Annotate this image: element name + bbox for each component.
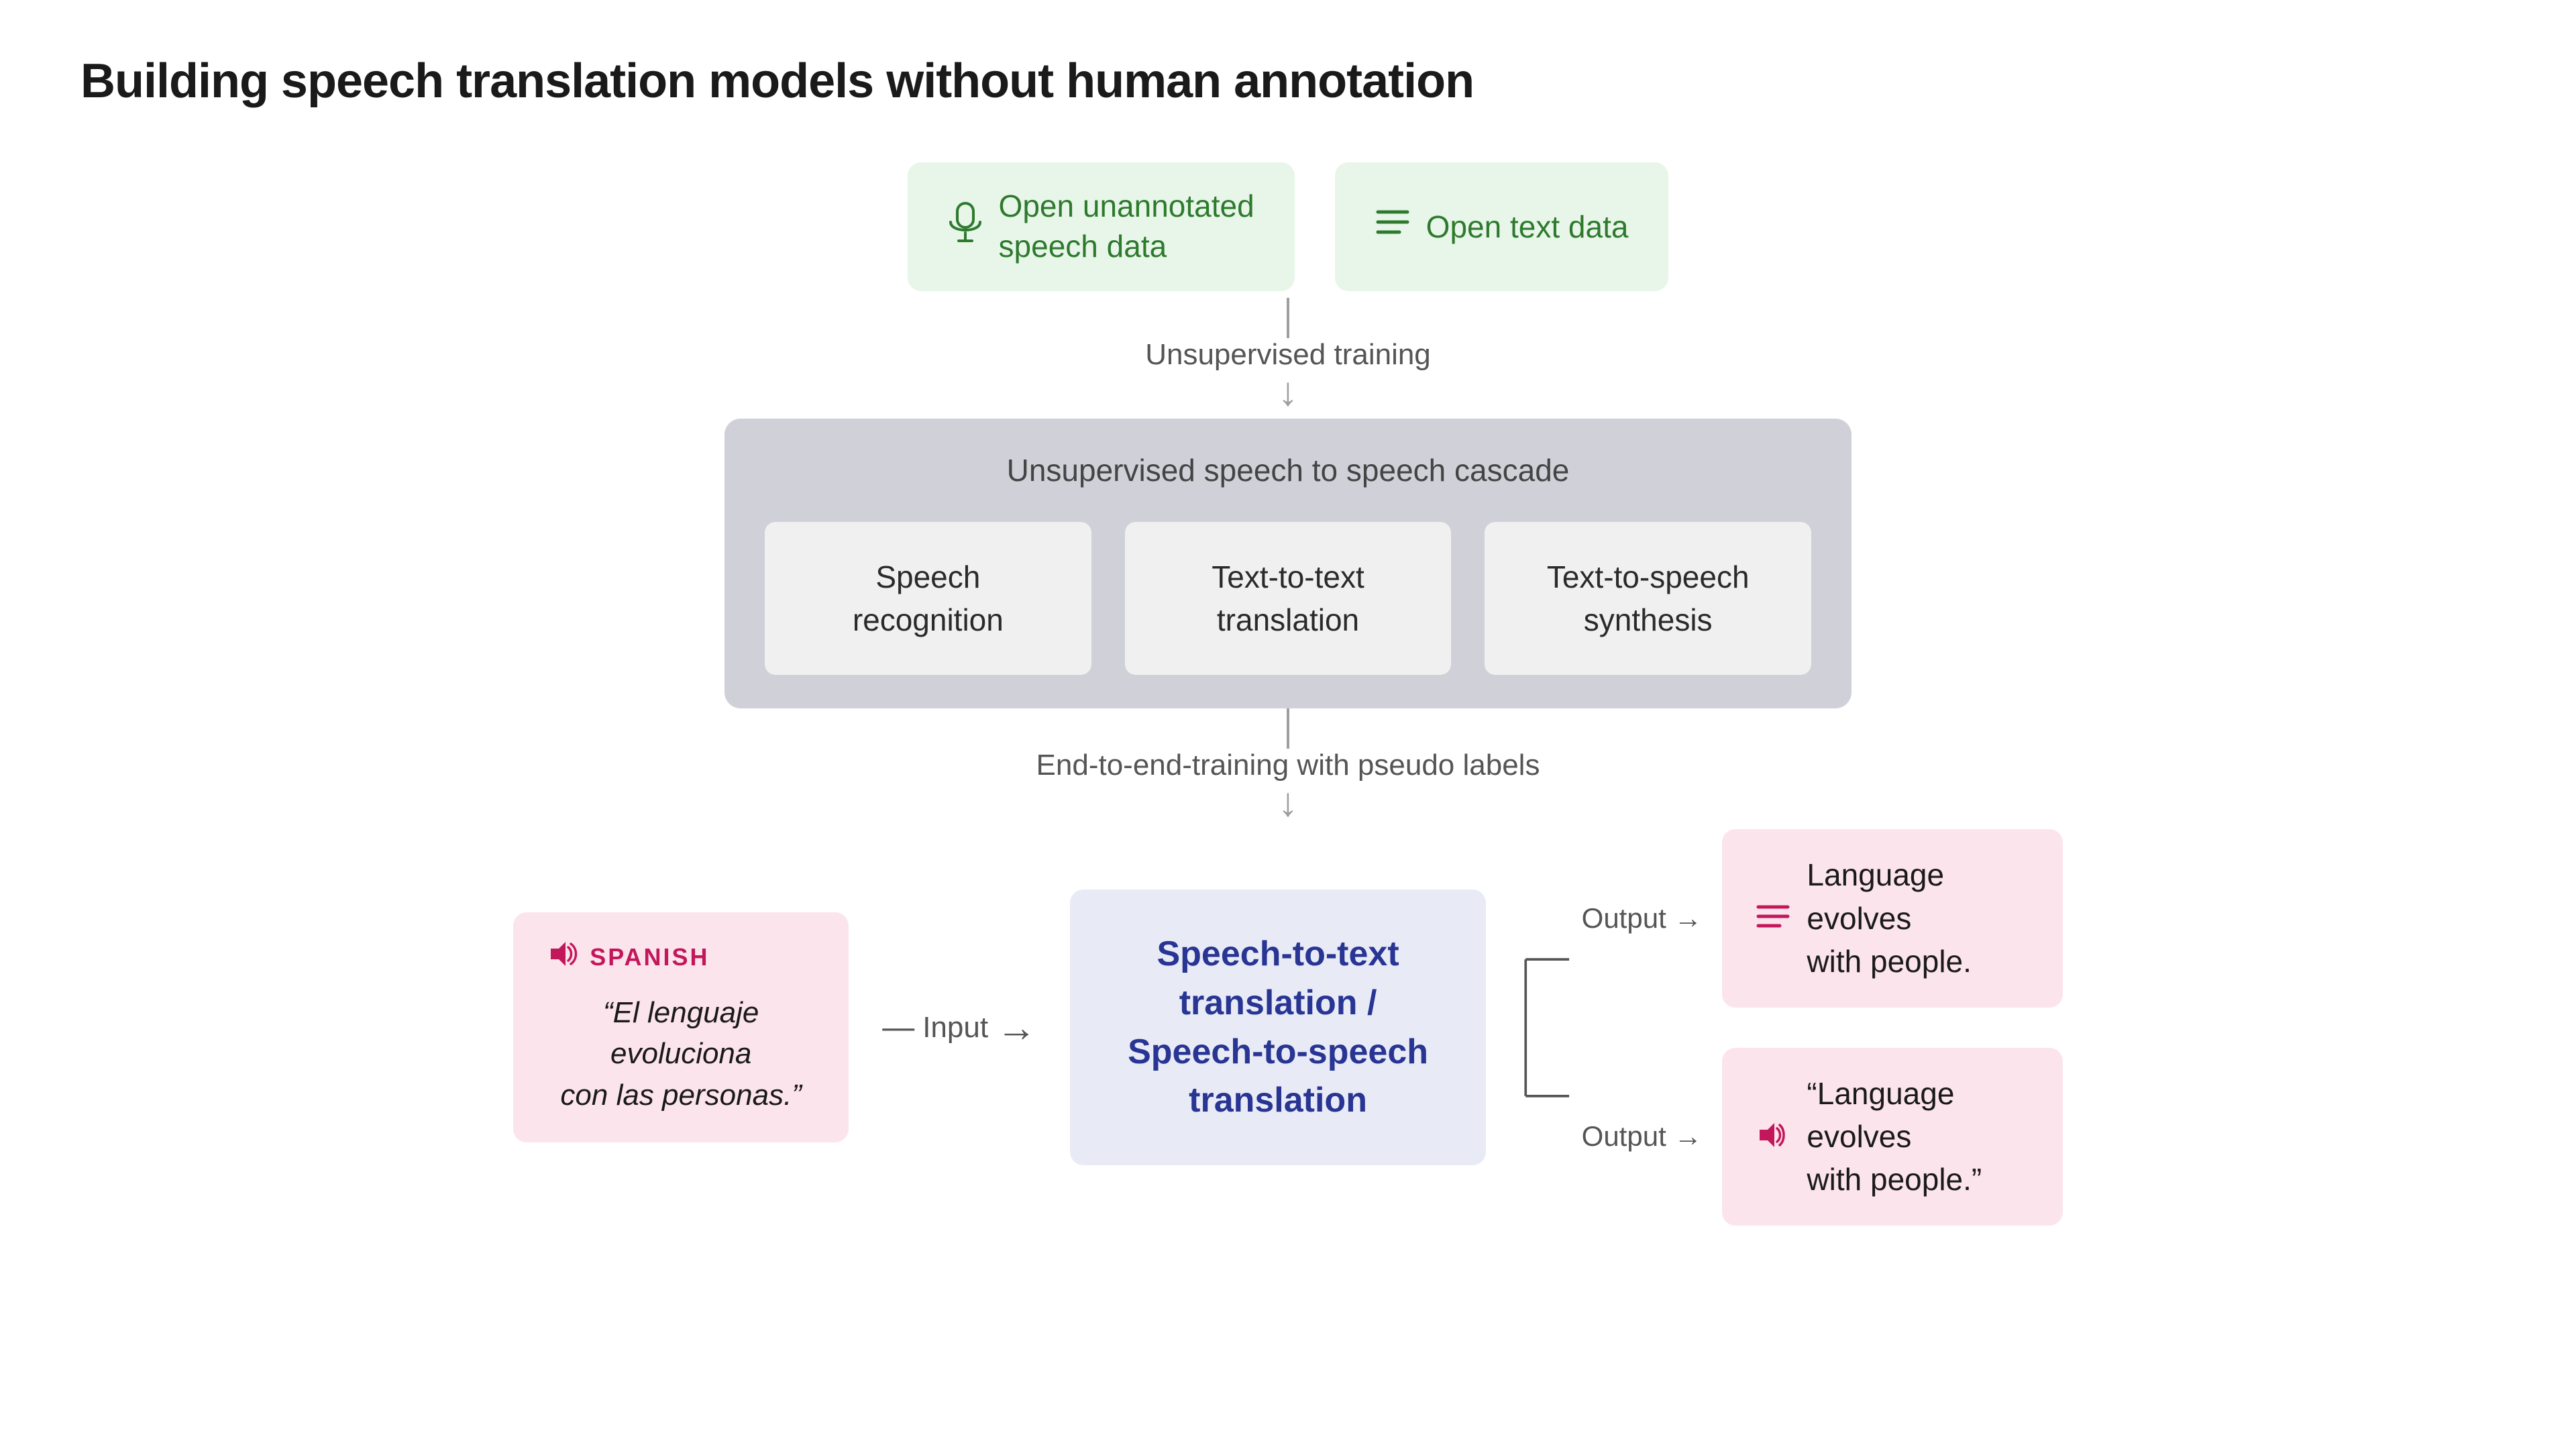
cascade-item-text-to-text: Text-to-text translation — [1125, 522, 1452, 676]
text-data-label: Open text data — [1426, 209, 1629, 245]
output-text-box: Language evolves with people. — [1722, 829, 2062, 1007]
output-rows: Output → Language evolves with people. — [1582, 829, 2063, 1225]
cascade-item-speech-recognition: Speech recognition — [765, 522, 1091, 676]
translation-box: Speech-to-text translation / Speech-to-s… — [1070, 890, 1486, 1165]
input-arrow: — Input → — [882, 1004, 1036, 1051]
cascade-inner: Speech recognition Text-to-text translat… — [765, 522, 1811, 676]
text-data-box: Open text data — [1335, 162, 1669, 291]
spanish-quote: “El lenguaje evoluciona con las personas… — [547, 992, 815, 1116]
output-speech-box: “Language evolves with people.” — [1722, 1048, 2062, 1226]
translation-text: Speech-to-text translation / Speech-to-s… — [1117, 930, 1439, 1125]
main-container: Building speech translation models witho… — [0, 0, 2576, 1449]
microphone-icon — [948, 202, 983, 251]
spanish-input-box: SPANISH “El lenguaje evoluciona con las … — [513, 912, 849, 1143]
end-to-end-label: End-to-end-training with pseudo labels — [1036, 749, 1540, 782]
output-text-content: Language evolves with people. — [1807, 853, 2029, 983]
cascade-box: Unsupervised speech to speech cascade Sp… — [724, 419, 1851, 709]
text-output-icon — [1756, 900, 1790, 936]
output-row-2: Output → “Language evolves with people.” — [1582, 1048, 2063, 1226]
speech-data-label: Open unannotated speech data — [999, 186, 1254, 267]
connector-line-1 — [1287, 298, 1289, 338]
speaker-icon — [547, 939, 579, 976]
connector-line-2 — [1287, 708, 1289, 749]
speech-output-icon — [1756, 1119, 1790, 1155]
arrow-down-2: ↓ — [1278, 782, 1298, 822]
output-label-1: Output → — [1582, 902, 1703, 934]
arrow-down-1: ↓ — [1278, 372, 1298, 412]
cascade-item-text-to-speech: Text-to-speech synthesis — [1485, 522, 1811, 676]
bracket-svg — [1519, 900, 1582, 1155]
cascade-title: Unsupervised speech to speech cascade — [765, 452, 1811, 488]
output-speech-content: “Language evolves with people.” — [1807, 1072, 2029, 1201]
bottom-section: SPANISH “El lenguaje evoluciona con las … — [550, 829, 2026, 1225]
flow-wrapper: Open unannotated speech data Open text d… — [80, 162, 2496, 1226]
page-title: Building speech translation models witho… — [80, 54, 1474, 109]
output-row-1: Output → Language evolves with people. — [1582, 829, 2063, 1007]
top-inputs: Open unannotated speech data Open text d… — [908, 162, 1669, 291]
spanish-label: SPANISH — [547, 939, 815, 976]
output-label-2: Output → — [1582, 1120, 1703, 1152]
text-lines-icon — [1375, 205, 1410, 248]
spanish-language-label: SPANISH — [590, 943, 709, 971]
speech-data-box: Open unannotated speech data — [908, 162, 1295, 291]
output-area: Output → Language evolves with people. — [1519, 829, 2063, 1225]
unsupervised-training-label: Unsupervised training — [1145, 338, 1431, 372]
